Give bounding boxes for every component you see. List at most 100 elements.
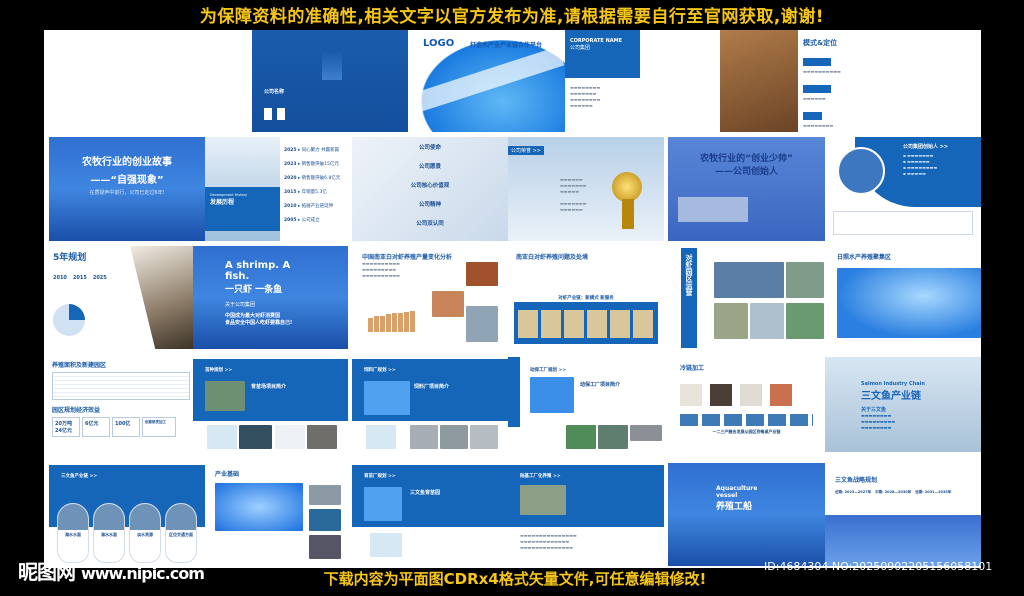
startup-story-page: 农牧行业的创业故事 ——“自强现象” 在质疑声中前行，公司已走过6年! xyxy=(49,137,205,241)
shrimp-title-cn: 一只虾 一条鱼 xyxy=(225,285,283,295)
about-company: 关于公司集团 xyxy=(225,302,256,308)
ship-photo xyxy=(678,197,748,222)
production-bar-chart xyxy=(368,306,416,332)
seed-plan-page: 苗种规划 >> 育苗场项目简介 xyxy=(193,357,348,452)
slogan-line-2: 食品安全中国人吃虾要靠自己! xyxy=(225,320,293,326)
shrimp-title-en: A shrimp. A fish. xyxy=(225,260,291,282)
salmon-strategy-page: 三文鱼战略规划 近期: 2023—2027年 中期: 2028—2030年 远期… xyxy=(825,463,981,566)
timeline-item: 2015 ▸ 年销量5.3亿 xyxy=(284,190,327,195)
founder-title: 农牧行业的“创业少帅” xyxy=(700,154,793,164)
chain-image-grid xyxy=(514,302,658,344)
plan-year: 2025 xyxy=(92,275,107,281)
feed-intro: 饲料厂项目简介 xyxy=(414,384,450,390)
platform-slogan: 打造水产全产业链合作平台 xyxy=(470,42,543,49)
salmon-chain-title: 三文鱼产业链 >> xyxy=(61,474,98,479)
timeline: 2025 ▸ 同心聚力 共赢新篇 2023 ▸ 销售额突破15亿元 2020 ▸ 销… xyxy=(280,137,348,241)
story-note: 在质疑声中前行，公司已走过6年! xyxy=(89,190,165,196)
feature-card: 海水水面 xyxy=(93,503,125,563)
salmon-about: 关于三文鱼 xyxy=(861,407,887,413)
timeline-item: 2020 ▸ 销售额突破6.8亿元 xyxy=(284,176,341,181)
park-title: 对虾园区运营 xyxy=(681,248,697,348)
hatchery-plan-page: 育苗厂规划 >> 三文鱼育苗园 xyxy=(352,463,508,566)
land-farming-page: 陆基工厂化养殖 >> ▬▬▬▬▬▬▬▬▬▬▬▬▬▬▬ ▬▬▬▬▬▬▬▬▬▬▬▬▬ ▬… xyxy=(508,463,664,566)
positioning-page: 模式&定位 ▬▬▬▬▬▬▬▬▬▬ ▬▬▬▬▬▬ ▬▬▬▬▬▬▬▬ xyxy=(798,30,981,132)
vet-intro: 动保工厂项目简介 xyxy=(580,382,621,388)
feature-card: 淡水资源 xyxy=(129,503,161,563)
feature-card: 区位交通方面 xyxy=(165,503,197,563)
timeline-item: 2010 ▸ 拓展产业链延伸 xyxy=(284,204,334,209)
stat-value: 24亿元 xyxy=(55,428,72,434)
nipic-watermark: 昵图网 www.nipic.com xyxy=(18,560,204,584)
five-year-plan-page: 5年规划 2010 2015 2025 xyxy=(49,246,130,349)
industry-base-page: 产业基础 xyxy=(205,463,348,566)
strategy-phase: 中期: 2028—2030年 xyxy=(875,490,912,494)
salmon-chain-page: Salmon Industry Chain 三文鱼产业链 关于三文鱼 ▬▬▬▬▬… xyxy=(825,357,981,452)
slogan-line-1: 中国成为最大对虾消费国 xyxy=(225,313,281,319)
cold-chain-page: 冷链加工 一二三产融合发展从园区到餐桌产业链 xyxy=(668,357,825,452)
trophy-icon xyxy=(612,172,642,202)
story-title: 农牧行业的创业故事 xyxy=(82,157,172,168)
problems-title: 南亚白对虾养殖问题及处境 xyxy=(516,254,589,261)
fish-photo xyxy=(466,306,498,342)
cold-chain-caption: 一二三产融合发展从园区到餐桌产业链 xyxy=(712,429,781,434)
cluster-page: 日照水产养殖聚集区 xyxy=(825,246,981,349)
timeline-item: 2023 ▸ 销售额突破15亿元 xyxy=(284,162,339,167)
feature-card: 海水水面 xyxy=(57,503,89,563)
chain-title: 对虾产业链：新模式 新服务 xyxy=(558,296,614,301)
founder-subtitle: ——公司创始人 xyxy=(714,167,778,177)
history-cover: Development History 发展历程 xyxy=(205,137,280,241)
feature-label: 海水水面 xyxy=(101,532,117,537)
hatchery-subtitle: 三文鱼育苗园 xyxy=(410,490,441,496)
cluster-title: 日照水产养殖聚集区 xyxy=(837,254,892,261)
story-subtitle: ——“自强现象” xyxy=(90,175,164,186)
food-photo xyxy=(466,262,498,286)
stat-value: 20万吨 xyxy=(55,421,72,427)
feature-label: 淡水资源 xyxy=(137,532,153,537)
cover-company-name: 公司名称 xyxy=(264,89,285,95)
vet-plan-page: 动保工厂规划 >> 动保工厂项目简介 xyxy=(520,357,664,452)
strategy-phase: 近期: 2023—2027年 xyxy=(835,490,872,494)
value-heading: 公司愿景 xyxy=(418,164,441,170)
company-values-page: 公司使命公司愿景公司核心价值观 公司精神公司双认同 xyxy=(352,137,508,241)
founder-story-page: 农牧行业的“创业少帅” ——公司创始人 xyxy=(668,137,825,241)
value-heading: 公司双认同 xyxy=(416,221,444,227)
value-heading: 公司核心价值观 xyxy=(410,183,450,189)
park-operation-page: 对虾园区运营 xyxy=(668,246,825,349)
feed-plan-page: 饲料厂规划 >> 饲料厂项目简介 xyxy=(352,357,508,452)
production-analysis-page: 中国南亚白对虾养殖产量变化分析 ▬▬▬▬▬▬▬▬▬▬ ▬▬▬▬▬▬▬▬▬ ▬▬▬▬▬… xyxy=(352,246,508,349)
area-benefit-page: 养殖面积及新建园区 园区规划经济效益 20万吨 24亿元 6亿元 100亿 创意研… xyxy=(49,357,193,452)
corporate-name-cn: 公司集团 xyxy=(570,45,591,51)
land-title: 陆基工厂化养殖 >> xyxy=(520,474,561,479)
corporate-intro-page: CORPORATE NAME 公司集团 ▬▬▬▬▬▬▬▬ ▬▬▬▬▬▬▬ ▬▬▬▬▬… xyxy=(565,30,720,132)
front-cover-page: LOGO 打造水产全产业链合作平台 xyxy=(408,30,565,132)
image-id: ID:4684304 NO:20250902205156058101 xyxy=(764,560,993,573)
honor-page: 公司荣誉 >> ▬▬▬▬▬▬ ▬▬▬▬▬▬▬ ▬▬▬▬▬ ▬▬▬▬▬▬▬ ▬▬▬▬▬▬ xyxy=(508,137,664,241)
feature-label: 海水水面 xyxy=(65,532,81,537)
base-title: 产业基础 xyxy=(215,471,240,478)
plan-year: 2010 xyxy=(53,275,67,281)
blue-tab xyxy=(508,357,520,427)
area-table xyxy=(52,372,190,400)
shrimp-photo xyxy=(432,291,464,317)
timeline-item: 2025 ▸ 同心聚力 共赢新篇 xyxy=(284,148,340,153)
feed-title: 饲料厂规划 >> xyxy=(364,368,396,373)
plan-title: 5年规划 xyxy=(53,253,87,263)
founder-card-title: 公司集团创始人 >> xyxy=(903,144,949,150)
seed-intro: 育苗场项目简介 xyxy=(251,384,287,390)
value-heading: 公司使命 xyxy=(418,145,441,151)
logo-placeholder: LOGO xyxy=(423,38,455,49)
feature-label: 区位交通方面 xyxy=(169,532,193,537)
vessel-title-en: Aquaculture vessel xyxy=(716,485,758,499)
wetland-photo xyxy=(720,30,798,132)
history-title: 发展历程 xyxy=(210,199,235,206)
founder-card-page: 公司集团创始人 >> ▪ ▬▬▬▬▬▬▬ ▪ ▬▬▬▬▬▬ ▪ ▬▬▬▬▬▬▬▬ ▪ … xyxy=(825,137,981,241)
value-heading: 公司精神 xyxy=(418,202,441,208)
area-title: 养殖面积及新建园区 xyxy=(52,362,107,369)
timeline-item: 2005 ▸ 公司成立 xyxy=(284,218,320,223)
positioning-title: 模式&定位 xyxy=(803,39,838,47)
top-notice-banner: 为保障资料的准确性,相关文字以官方发布为准,请根据需要自行至官网获取,谢谢! xyxy=(199,7,825,27)
founder-photo-placeholder xyxy=(837,147,885,195)
shrimp-problems-page: 南亚白对虾养殖问题及处境 对虾产业链：新模式 新服务 xyxy=(508,246,664,349)
cold-title: 冷链加工 xyxy=(680,365,705,372)
vessel-title-cn: 养殖工船 xyxy=(716,502,753,512)
